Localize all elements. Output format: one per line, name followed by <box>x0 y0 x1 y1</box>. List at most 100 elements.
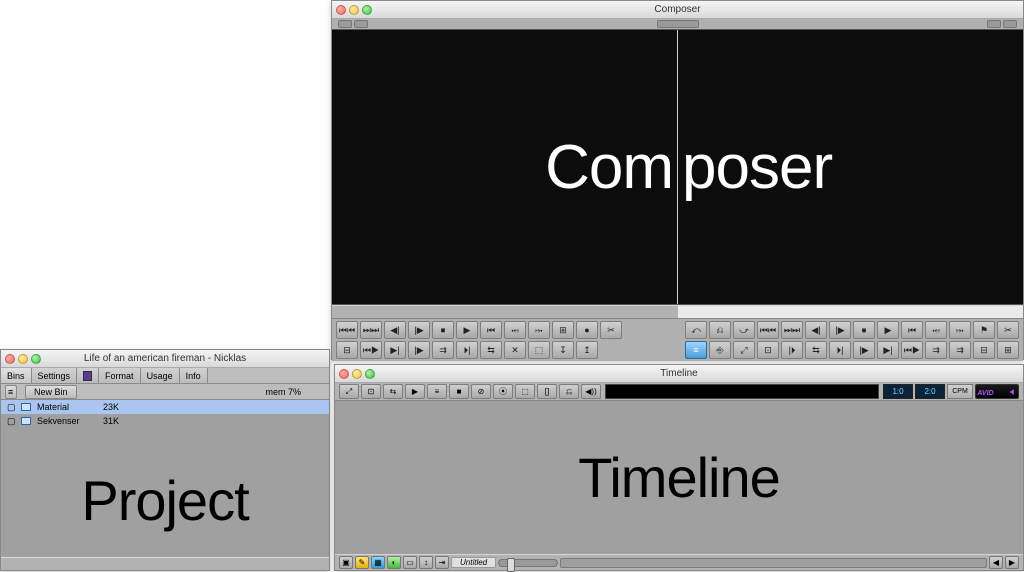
transport-button[interactable]: ⇆ <box>805 341 827 359</box>
transport-button[interactable]: ◀| <box>384 321 406 339</box>
timeline-bottom-btn-5[interactable]: ▭ <box>403 556 417 569</box>
transport-button[interactable]: |▶ <box>408 341 430 359</box>
timeline-bottom-btn-7[interactable]: ⇥ <box>435 556 449 569</box>
zoom-icon[interactable] <box>31 354 41 364</box>
transport-button[interactable]: |⏵ <box>781 341 803 359</box>
scroll-right-icon[interactable]: ▶ <box>1005 556 1019 569</box>
transport-button[interactable]: ⊞ <box>552 321 574 339</box>
transport-button[interactable]: ⊟ <box>336 341 358 359</box>
transport-button[interactable]: ≡ <box>685 341 707 359</box>
composer-scrub-row[interactable] <box>332 305 1023 319</box>
transport-button[interactable]: ⤟ <box>925 321 947 339</box>
timeline-body[interactable]: Timeline <box>335 401 1023 554</box>
transport-button[interactable]: ⚑ <box>973 321 995 339</box>
cpm-button[interactable]: CPM <box>947 384 973 399</box>
close-icon[interactable] <box>336 5 346 15</box>
timeline-tool-button[interactable]: ⊘ <box>471 384 491 399</box>
timeline-tool-button[interactable]: ⦿ <box>493 384 513 399</box>
project-tab-format[interactable]: Format <box>99 368 141 383</box>
transport-button[interactable]: ● <box>576 321 598 339</box>
timeline-tool-button[interactable]: ⬚ <box>515 384 535 399</box>
project-tab-usage[interactable]: Usage <box>141 368 180 383</box>
transport-button[interactable]: ◀| <box>805 321 827 339</box>
sequence-tab[interactable]: Untitled <box>451 557 496 568</box>
new-bin-button[interactable]: New Bin <box>25 385 77 399</box>
transport-button[interactable]: ⏮⏮ <box>336 321 358 339</box>
transport-button[interactable]: ▶ <box>456 321 478 339</box>
timeline-timecode-track[interactable] <box>605 384 879 399</box>
timecode-display-2[interactable]: 2:0 <box>915 384 945 399</box>
minimize-icon[interactable] <box>349 5 359 15</box>
transport-button[interactable]: ⤟ <box>504 321 526 339</box>
transport-button[interactable]: ⎆ <box>709 341 731 359</box>
minimize-icon[interactable] <box>352 369 362 379</box>
timeline-tool-button[interactable]: [] <box>537 384 557 399</box>
transport-button[interactable]: ⏮ <box>480 321 502 339</box>
scroll-left-icon[interactable]: ◀ <box>989 556 1003 569</box>
transport-button[interactable]: ▶| <box>384 341 406 359</box>
transport-button[interactable]: ⏭⏭ <box>360 321 382 339</box>
transport-button[interactable]: ⤺ <box>685 321 707 339</box>
timeline-tool-button[interactable]: ⇆ <box>383 384 403 399</box>
record-aux-button[interactable] <box>1003 20 1017 28</box>
transport-button[interactable]: ⬚ <box>528 341 550 359</box>
transport-button[interactable]: ⇉ <box>925 341 947 359</box>
transport-button[interactable]: ⊡ <box>757 341 779 359</box>
timeline-bottom-btn-6[interactable]: ↕ <box>419 556 433 569</box>
record-menu-button[interactable] <box>987 20 1001 28</box>
project-tab-bins[interactable]: Bins <box>1 368 32 383</box>
transport-button[interactable]: ⏮▶ <box>901 341 923 359</box>
timeline-tool-button[interactable]: ⤢ <box>339 384 359 399</box>
timeline-bottom-btn-fx[interactable]: ▦ <box>371 556 385 569</box>
transport-button[interactable]: ↧ <box>552 341 574 359</box>
timeline-tool-button[interactable]: ■ <box>449 384 469 399</box>
transport-button[interactable]: ⏵| <box>456 341 478 359</box>
transport-button[interactable]: ⤻ <box>733 321 755 339</box>
transport-button[interactable]: |▶ <box>853 341 875 359</box>
timeline-zoom-slider[interactable] <box>498 559 558 567</box>
timeline-bottom-btn-cc[interactable]: ◐ <box>387 556 401 569</box>
transport-button[interactable]: |▶ <box>408 321 430 339</box>
transport-button[interactable]: |▶ <box>829 321 851 339</box>
source-menu-button[interactable] <box>338 20 352 28</box>
transport-button[interactable]: ⏮⏮ <box>757 321 779 339</box>
close-icon[interactable] <box>5 354 15 364</box>
close-icon[interactable] <box>339 369 349 379</box>
transport-button[interactable]: ⏵| <box>829 341 851 359</box>
bin-row[interactable]: ▢Material23K <box>1 400 329 414</box>
transport-button[interactable]: ⊞ <box>997 341 1019 359</box>
zoom-icon[interactable] <box>362 5 372 15</box>
timeline-tool-button[interactable]: ⎌ <box>559 384 579 399</box>
project-tab-settings[interactable]: Settings <box>32 368 78 383</box>
timeline-titlebar[interactable]: Timeline <box>335 365 1023 383</box>
composer-titlebar[interactable]: Composer <box>332 1 1023 19</box>
timeline-horizontal-scrollbar[interactable] <box>560 558 987 568</box>
fast-menu-button[interactable]: ≡ <box>5 385 17 399</box>
transport-button[interactable]: ✂ <box>600 321 622 339</box>
project-tab-info[interactable]: Info <box>180 368 208 383</box>
timeline-tool-button[interactable]: ▶ <box>405 384 425 399</box>
transport-button[interactable]: ⇆ <box>480 341 502 359</box>
transport-button[interactable]: ⏮▶ <box>360 341 382 359</box>
bin-row[interactable]: ▢Sekvenser31K <box>1 414 329 428</box>
timeline-bottom-btn-edit[interactable]: ✎ <box>355 556 369 569</box>
transport-button[interactable]: ▶| <box>877 341 899 359</box>
transport-button[interactable]: ⎌ <box>709 321 731 339</box>
minimize-icon[interactable] <box>18 354 28 364</box>
transport-button[interactable]: ⏭⏭ <box>781 321 803 339</box>
transport-button[interactable]: ⏮ <box>901 321 923 339</box>
transport-button[interactable]: ✕ <box>504 341 526 359</box>
source-aux-button[interactable] <box>354 20 368 28</box>
timeline-bottom-btn-1[interactable]: ▣ <box>339 556 353 569</box>
composer-center-button[interactable] <box>657 20 699 28</box>
transport-button[interactable]: ↥ <box>576 341 598 359</box>
transport-button[interactable]: ✂ <box>997 321 1019 339</box>
transport-button[interactable]: ⇉ <box>949 341 971 359</box>
transport-button[interactable]: ⏹ <box>432 321 454 339</box>
transport-button[interactable]: ⤢ <box>733 341 755 359</box>
transport-button[interactable]: ⊟ <box>973 341 995 359</box>
transport-button[interactable]: ⤠ <box>528 321 550 339</box>
timeline-tool-button[interactable]: ≡ <box>427 384 447 399</box>
zoom-icon[interactable] <box>365 369 375 379</box>
transport-button[interactable]: ⇉ <box>432 341 454 359</box>
